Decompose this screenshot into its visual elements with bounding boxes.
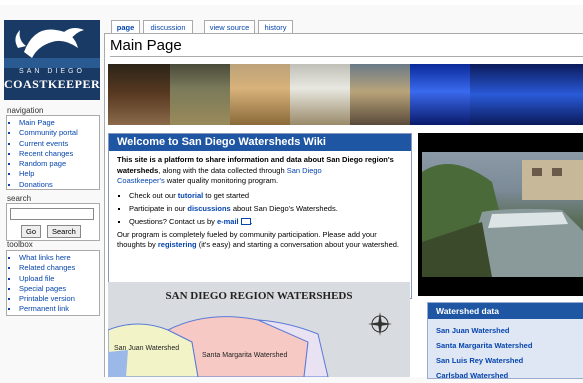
- discussions-link[interactable]: discussions: [187, 204, 230, 213]
- logo-line1: SAN DIEGO: [19, 68, 85, 75]
- video-frame[interactable]: [422, 152, 583, 277]
- watershed-regions-shape: [108, 316, 329, 377]
- watershed-link-santa-margarita[interactable]: Santa Margarita Watershed: [436, 338, 583, 353]
- banner-photo-classroom: [170, 64, 230, 125]
- tab-history[interactable]: history: [258, 20, 293, 34]
- tab-view-source[interactable]: view source: [204, 20, 255, 34]
- creek-scene-image: [422, 160, 583, 277]
- nav-item-donations[interactable]: Donations: [19, 180, 99, 190]
- banner-photo-lab: [470, 64, 583, 125]
- banner-photo-strip: [108, 64, 583, 125]
- map-label-san-juan: San Juan Watershed: [114, 345, 180, 352]
- search-heading: search: [7, 194, 32, 203]
- site-logo[interactable]: SAN DIEGO COASTKEEPER: [4, 20, 100, 100]
- crab-logo-icon: [4, 28, 100, 68]
- nav-item-random-page[interactable]: Random page: [19, 159, 99, 169]
- map-label-santa-margarita: Santa Margarita Watershed: [202, 352, 288, 359]
- toolbox-item-what-links-here[interactable]: What links here: [19, 253, 99, 263]
- compass-rose-icon: [368, 312, 392, 336]
- registering-link[interactable]: registering: [158, 240, 197, 249]
- page-title: Main Page: [110, 37, 182, 54]
- watersheds-map[interactable]: SAN DIEGO REGION WATERSHEDS San Juan Wat…: [108, 282, 410, 377]
- navigation-heading: navigation: [7, 106, 44, 115]
- watershed-data-heading: Watershed data: [428, 303, 583, 319]
- toolbox-item-related-changes[interactable]: Related changes: [19, 263, 99, 273]
- toolbox-box: What links here Related changes Upload f…: [6, 250, 100, 316]
- san-diego-link[interactable]: San Diego: [287, 166, 322, 175]
- search-input[interactable]: [10, 208, 94, 220]
- tab-discussion[interactable]: discussion: [143, 20, 193, 34]
- toolbox-item-permanent-link[interactable]: Permanent link: [19, 304, 99, 314]
- banner-photo-meeting: [108, 64, 170, 125]
- welcome-bullet-tutorial: Check out our tutorial to get started: [129, 189, 403, 202]
- nav-item-recent-changes[interactable]: Recent changes: [19, 149, 99, 159]
- tutorial-link[interactable]: tutorial: [178, 191, 203, 200]
- tab-page[interactable]: page: [111, 20, 140, 34]
- nav-item-main-page[interactable]: Main Page: [19, 118, 99, 128]
- banner-photo-sample-trays: [410, 64, 470, 125]
- search-button[interactable]: Search: [47, 225, 81, 238]
- watershed-link-san-juan[interactable]: San Juan Watershed: [436, 323, 583, 338]
- toolbox-item-printable-version[interactable]: Printable version: [19, 294, 99, 304]
- go-button[interactable]: Go: [21, 225, 42, 238]
- email-link[interactable]: e-mail: [217, 217, 239, 226]
- banner-photo-jars: [230, 64, 290, 125]
- banner-photo-estuary: [350, 64, 410, 125]
- nav-item-current-events[interactable]: Current events: [19, 139, 99, 149]
- nav-item-community-portal[interactable]: Community portal: [19, 128, 99, 138]
- welcome-bullet-contact: Questions? Contact us by e-mail.: [129, 215, 403, 228]
- welcome-body: This site is a platform to share informa…: [109, 151, 411, 255]
- toolbox-heading: toolbox: [7, 240, 33, 249]
- welcome-heading: Welcome to San Diego Watersheds Wiki: [109, 134, 411, 151]
- title-divider: [110, 56, 583, 57]
- toolbox-item-upload-file[interactable]: Upload file: [19, 274, 99, 284]
- video-player[interactable]: [418, 133, 583, 296]
- welcome-bullet-discussions: Participate in our discussions about San…: [129, 202, 403, 215]
- watershed-link-san-luis-rey[interactable]: San Luis Rey Watershed: [436, 353, 583, 368]
- nav-item-help[interactable]: Help: [19, 169, 99, 179]
- logo-line2: COASTKEEPER: [4, 77, 100, 91]
- banner-photo-test-tubes: [290, 64, 350, 125]
- coastkeeper-link[interactable]: Coastkeeper's: [117, 176, 165, 185]
- search-box: Go Search: [6, 203, 100, 241]
- welcome-footer: Our program is completely fueled by comm…: [117, 229, 400, 250]
- navigation-box: Main Page Community portal Current event…: [6, 115, 100, 190]
- welcome-intro: This site is a platform to share informa…: [117, 155, 394, 185]
- toolbox-item-special-pages[interactable]: Special pages: [19, 284, 99, 294]
- top-strip: [0, 0, 583, 5]
- mail-icon: [240, 218, 251, 226]
- welcome-box: Welcome to San Diego Watersheds Wiki Thi…: [108, 133, 412, 299]
- content-area: Main Page Welcome to San Diego Watershed…: [104, 33, 583, 380]
- watershed-data-box: Watershed data San Juan Watershed Santa …: [427, 302, 583, 380]
